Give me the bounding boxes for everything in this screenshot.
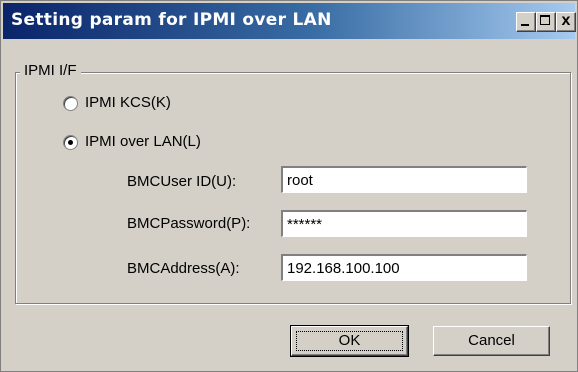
ok-button[interactable]: OK (290, 325, 409, 357)
radio-button-kcs[interactable] (63, 96, 78, 111)
bmc-password-label: BMCPassword(P): (127, 215, 251, 232)
radio-selected-dot (68, 140, 73, 145)
ok-button-label: OK (338, 332, 361, 349)
bmc-address-input[interactable]: 192.168.100.100 (281, 254, 527, 281)
close-icon: x (561, 12, 571, 29)
maximize-button[interactable] (536, 12, 556, 32)
groupbox-label: IPMI I/F (20, 62, 81, 79)
bmc-address-label: BMCAddress(A): (127, 260, 240, 277)
cancel-button-label: Cancel (468, 332, 515, 349)
bmc-password-input[interactable]: ****** (281, 210, 527, 237)
bmc-user-id-label: BMCUser ID(U): (127, 173, 237, 190)
maximize-icon (540, 15, 550, 25)
radio-label-lan: IPMI over LAN(L) (85, 133, 201, 150)
title-bar[interactable]: Setting param for IPMI over LAN x (3, 3, 576, 39)
minimize-button[interactable] (516, 12, 536, 32)
close-button[interactable]: x (556, 12, 576, 32)
minimize-icon (521, 24, 529, 26)
window-title: Setting param for IPMI over LAN (11, 10, 332, 30)
cancel-button[interactable]: Cancel (433, 326, 550, 356)
radio-button-lan[interactable] (63, 135, 78, 150)
bmc-user-id-input[interactable]: root (281, 166, 527, 193)
radio-label-kcs: IPMI KCS(K) (85, 94, 171, 111)
